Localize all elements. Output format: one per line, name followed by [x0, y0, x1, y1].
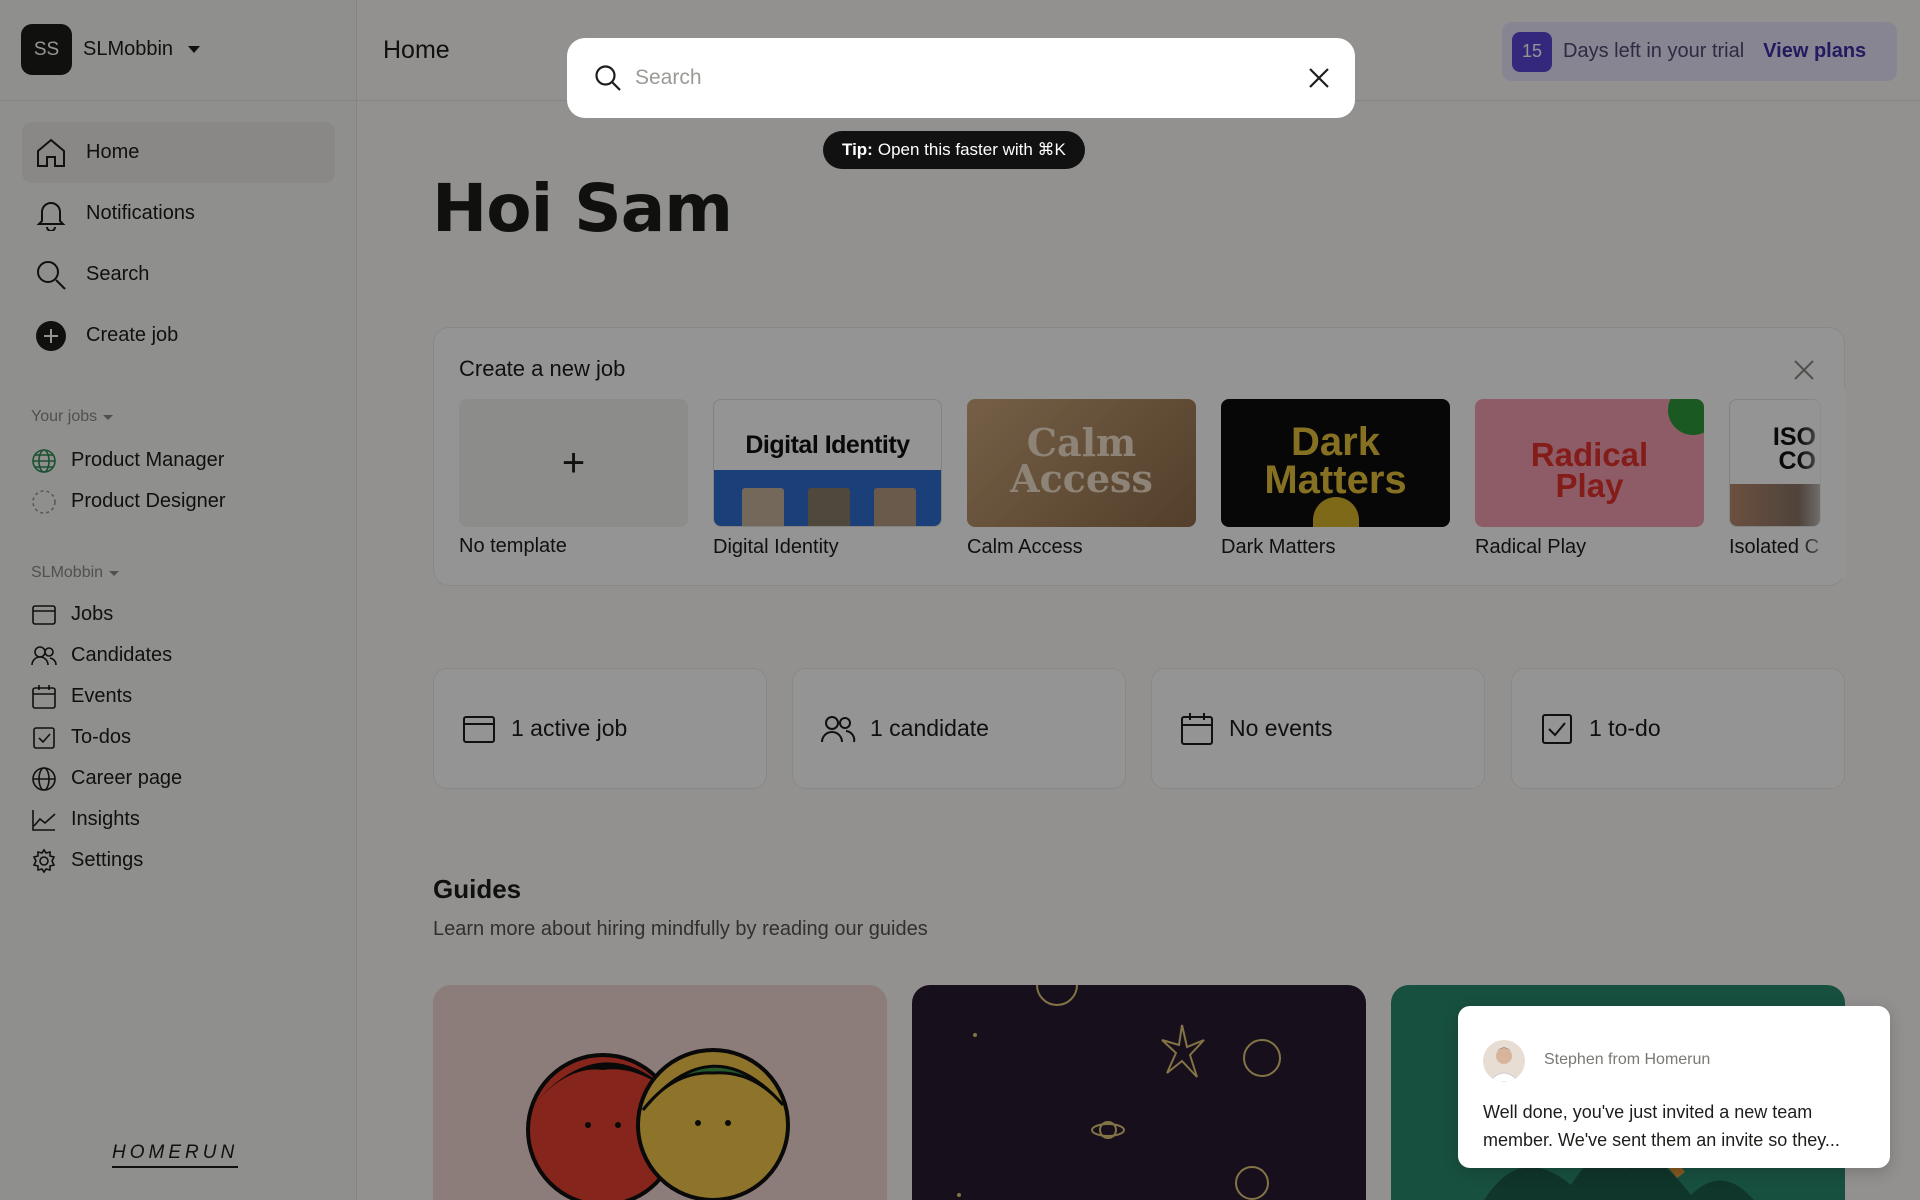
search-input[interactable]	[635, 66, 1307, 90]
close-icon[interactable]	[1307, 66, 1331, 90]
search-icon	[595, 65, 621, 91]
chat-message: Well done, you've just invited a new tea…	[1483, 1102, 1840, 1150]
avatar	[1483, 1040, 1525, 1082]
command-search-modal	[567, 38, 1355, 118]
person-avatar-icon	[1488, 1047, 1520, 1082]
shortcut-tip: Tip: Open this faster with ⌘K	[823, 131, 1085, 169]
chat-message-popup[interactable]: Stephen from Homerun Well done, you've j…	[1458, 1006, 1890, 1168]
tip-text: Open this faster with ⌘K	[877, 140, 1066, 159]
chat-sender: Stephen from Homerun	[1544, 1051, 1711, 1068]
tip-label: Tip:	[842, 140, 873, 159]
